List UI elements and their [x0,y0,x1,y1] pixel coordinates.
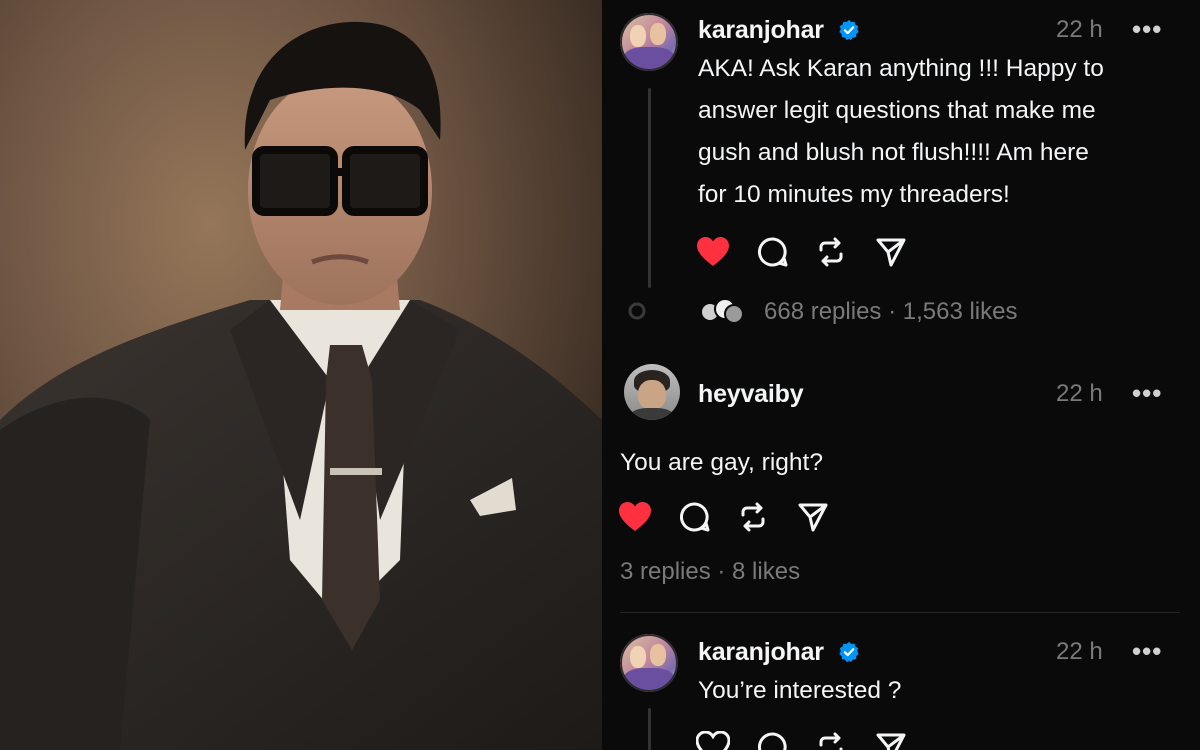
post-text: AKA! Ask Karan anything !!! Happy to ans… [698,48,1178,216]
thread-line [648,708,651,750]
verified-badge-icon [839,19,859,41]
post-time: 22 h [1056,638,1103,665]
thread-link-icon [628,302,646,320]
portrait-illustration [0,0,602,750]
more-options-icon[interactable]: ••• [1132,378,1162,409]
post-actions [618,500,858,536]
post-text: You are gay, right? [620,449,823,476]
repost-icon[interactable] [814,235,848,269]
send-icon[interactable] [796,500,830,534]
post-text-line: for 10 minutes my threaders! [698,181,1010,208]
post-username[interactable]: heyvaiby [698,380,804,409]
heart-icon[interactable] [618,500,652,534]
post-stats[interactable]: 668 replies · 1,563 likes [764,298,1017,326]
comment-icon[interactable] [756,730,790,750]
post-username[interactable]: karanjohar [698,638,824,667]
repost-icon[interactable] [736,500,770,534]
threads-panel: karanjohar 22 h ••• AKA! Ask Karan anyth… [602,0,1200,750]
send-icon[interactable] [874,730,908,750]
avatar[interactable] [624,364,680,420]
post-text-line: AKA! Ask Karan anything !!! Happy to [698,55,1104,82]
comment-icon[interactable] [678,500,712,534]
post-time: 22 h [1056,16,1103,43]
post-actions [696,235,936,271]
heart-outline-icon[interactable] [696,730,730,750]
post-username[interactable]: karanjohar [698,16,824,45]
post-karanjohar-main: karanjohar 22 h ••• AKA! Ask Karan anyth… [602,0,1200,350]
heart-icon[interactable] [696,235,730,269]
avatar[interactable] [620,634,678,692]
more-options-icon[interactable]: ••• [1132,636,1162,667]
replier-avatars [700,298,746,324]
post-text-line: answer legit questions that make me [698,97,1096,124]
post-heyvaiby-reply: heyvaiby 22 h ••• You are gay, right? 3 … [602,350,1200,612]
post-text: You’re interested ? [698,677,902,704]
thread-line [648,88,651,288]
post-stats[interactable]: 3 replies · 8 likes [620,558,800,586]
comment-icon[interactable] [756,235,790,269]
post-time: 22 h [1056,380,1103,407]
verified-badge-icon [839,641,859,663]
post-karanjohar-reply: karanjohar 22 h ••• You’re interested ? [602,612,1200,750]
more-options-icon[interactable]: ••• [1132,14,1162,45]
send-icon[interactable] [874,235,908,269]
avatar[interactable] [620,13,678,71]
repost-icon[interactable] [814,730,848,750]
post-text-line: gush and blush not flush!!!! Am here [698,139,1089,166]
post-actions [696,730,936,750]
portrait-photo [0,0,602,750]
